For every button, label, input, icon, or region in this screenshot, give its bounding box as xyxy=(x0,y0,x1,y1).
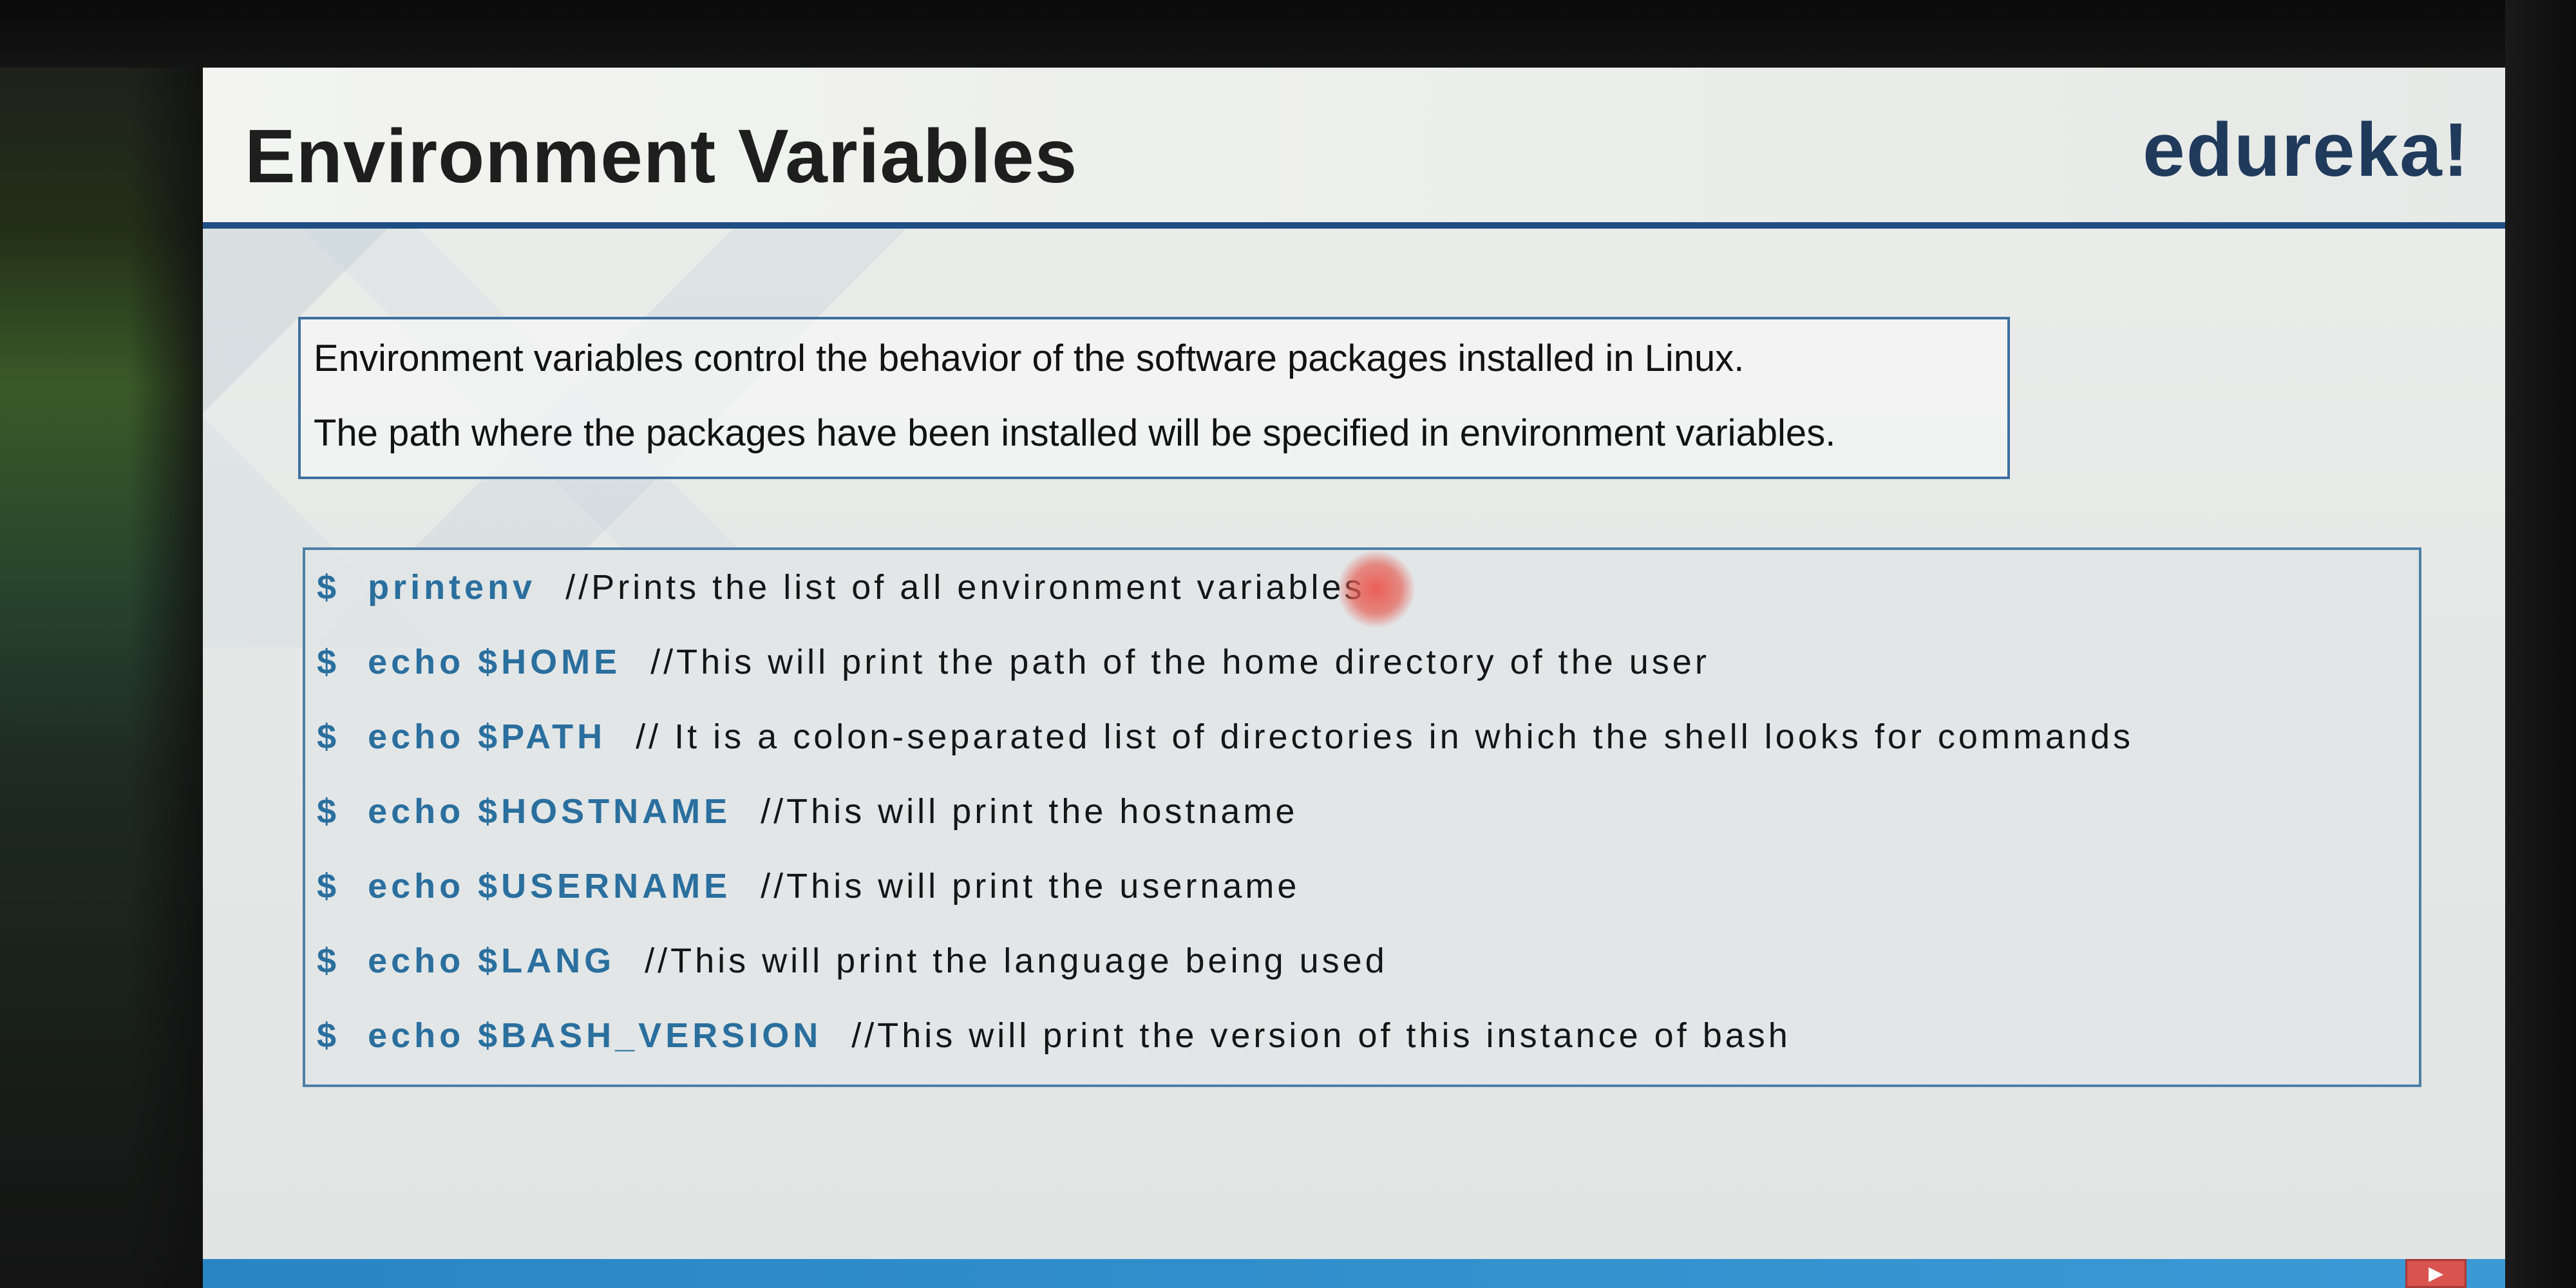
intro-line-2: The path where the packages have been in… xyxy=(314,412,1836,454)
title-divider xyxy=(203,222,2505,229)
command-text: echo $HOSTNAME xyxy=(368,792,732,831)
command-text: echo $USERNAME xyxy=(368,867,732,905)
command-text: echo $HOME xyxy=(368,643,621,681)
command-comment: //This will print the path of the home d… xyxy=(650,643,1710,681)
edureka-logo: edureka! xyxy=(2143,108,2470,193)
command-text: echo $LANG xyxy=(368,942,616,980)
prompt-symbol: $ xyxy=(317,717,340,756)
background-blur xyxy=(0,0,219,1288)
command-comment: //This will print the version of this in… xyxy=(851,1016,1791,1055)
prompt-symbol: $ xyxy=(317,568,340,607)
slide-footer-strip xyxy=(203,1259,2505,1288)
command-line-path: $ echo $PATH // It is a colon-separated … xyxy=(317,715,2419,790)
command-comment: //This will print the username xyxy=(761,867,1300,905)
command-comment: // It is a colon-separated list of direc… xyxy=(636,717,2134,756)
prompt-symbol: $ xyxy=(317,942,340,980)
command-comment: //Prints the list of all environment var… xyxy=(565,568,1365,607)
command-line-lang: $ echo $LANG //This will print the langu… xyxy=(317,939,2419,1014)
command-list-box: $ printenv //Prints the list of all envi… xyxy=(303,547,2421,1087)
intro-line-1: Environment variables control the behavi… xyxy=(314,337,1745,379)
laser-pointer-dot xyxy=(1338,551,1415,628)
command-line-hostname: $ echo $HOSTNAME //This will print the h… xyxy=(317,790,2419,864)
command-comment: //This will print the language being use… xyxy=(645,942,1388,980)
prompt-symbol: $ xyxy=(317,643,340,681)
command-line-username: $ echo $USERNAME //This will print the u… xyxy=(317,864,2419,939)
command-line-home: $ echo $HOME //This will print the path … xyxy=(317,640,2419,715)
command-text: echo $BASH_VERSION xyxy=(368,1016,822,1055)
play-button[interactable]: ▶ xyxy=(2405,1259,2467,1288)
prompt-symbol: $ xyxy=(317,1016,340,1055)
prompt-symbol: $ xyxy=(317,792,340,831)
command-comment: //This will print the hostname xyxy=(761,792,1298,831)
monitor-right-bezel xyxy=(2505,0,2576,1288)
play-icon: ▶ xyxy=(2428,1262,2444,1285)
command-text: echo $PATH xyxy=(368,717,607,756)
intro-text-box: Environment variables control the behavi… xyxy=(298,317,2010,479)
slide-title: Environment Variables xyxy=(245,114,1078,199)
monitor-top-bezel xyxy=(0,0,2576,68)
presentation-slide: Environment Variables edureka! Environme… xyxy=(203,68,2505,1288)
command-line-bash-version: $ echo $BASH_VERSION //This will print t… xyxy=(317,1014,2419,1088)
command-text: printenv xyxy=(368,568,536,607)
prompt-symbol: $ xyxy=(317,867,340,905)
